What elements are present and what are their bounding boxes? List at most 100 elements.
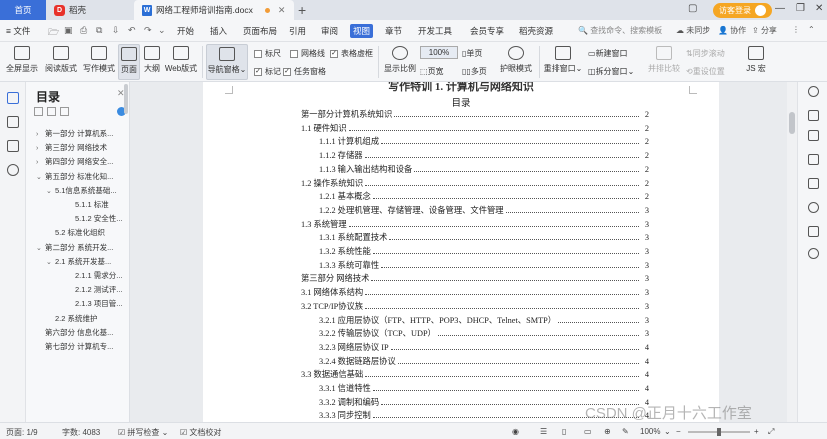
dropdown-icon[interactable]: ⌄ bbox=[158, 25, 166, 36]
side-compare-button[interactable]: 并排比较 bbox=[648, 46, 680, 74]
collapse-all-icon[interactable] bbox=[47, 107, 56, 116]
menu-insert[interactable]: 插入 bbox=[207, 24, 230, 38]
menu-developer[interactable]: 开发工具 bbox=[415, 24, 455, 38]
undo-icon[interactable]: ↶ bbox=[128, 25, 136, 36]
task-pane-checkbox[interactable]: ✓ 任务窗格 bbox=[283, 66, 326, 77]
scroll-up-icon[interactable] bbox=[808, 86, 819, 97]
bookmark-icon[interactable] bbox=[7, 140, 19, 152]
tab-docer[interactable]: D 稻壳 bbox=[48, 0, 128, 20]
menu-page-layout[interactable]: 页面布局 bbox=[240, 24, 280, 38]
toc-tree-item[interactable]: › 第一部分 计算机系... bbox=[36, 128, 126, 139]
toc-entry[interactable]: 3.2 TCP/IP协议族 3 bbox=[301, 300, 649, 312]
sync-status[interactable]: ☁ 未同步 bbox=[676, 25, 710, 36]
toc-tree-item[interactable]: 2.2 系统维护 bbox=[46, 313, 126, 324]
save-icon[interactable]: ▣ bbox=[64, 25, 73, 36]
toc-entry[interactable]: 1.3.3 系统可靠性 3 bbox=[319, 259, 649, 271]
menu-chapter[interactable]: 章节 bbox=[382, 24, 405, 38]
toc-entry[interactable]: 1.2.1 基本概念 2 bbox=[319, 190, 649, 202]
zoom-value[interactable]: 100% bbox=[640, 427, 660, 436]
preview-icon[interactable]: ⧉ bbox=[96, 25, 102, 36]
page-indicator[interactable]: 页面: 1/9 bbox=[6, 427, 38, 438]
menu-review[interactable]: 审阅 bbox=[318, 24, 341, 38]
word-count[interactable]: 字数: 4083 bbox=[62, 427, 100, 438]
table-borders-checkbox[interactable]: ✓ 表格虚框 bbox=[330, 48, 373, 59]
toc-tree-item[interactable]: › 第四部分 网络安全... bbox=[36, 156, 126, 167]
export-icon[interactable]: ⇩ bbox=[112, 25, 120, 36]
collapse-arrow-icon[interactable]: › bbox=[36, 145, 45, 152]
toc-tree-item[interactable]: ⌄ 2.1 系统开发基... bbox=[46, 256, 126, 267]
reading-layout-button[interactable]: 阅读版式 bbox=[44, 46, 78, 74]
collapse-ribbon-icon[interactable]: ⌃ bbox=[808, 25, 815, 34]
scroll-thumb[interactable] bbox=[789, 112, 795, 134]
collab-button[interactable]: 👤 协作 bbox=[718, 25, 746, 36]
location-icon[interactable] bbox=[808, 248, 819, 259]
toc-entry[interactable]: 1.2.2 处理机管理、存储管理、设备管理、文件管理 3 bbox=[319, 204, 649, 216]
page-mode-icon[interactable]: ▯ bbox=[562, 427, 566, 436]
minimize-icon[interactable]: — bbox=[775, 3, 785, 14]
menu-view[interactable]: 视图 bbox=[350, 24, 374, 38]
menu-docer-resources[interactable]: 稻壳资源 bbox=[516, 24, 556, 38]
toc-tree-item[interactable]: 5.1.2 安全性... bbox=[66, 213, 126, 224]
collapse-arrow-icon[interactable]: › bbox=[36, 131, 45, 138]
toc-entry[interactable]: 3.2.2 传输层协议（TCP、UDP） 3 bbox=[319, 327, 649, 339]
open-icon[interactable]: 🗁 bbox=[48, 25, 59, 41]
document-page[interactable]: 写作特训 1. 计算机与网络知识 目录 第一部分计算机系统知识 2 1.1 硬件知识… bbox=[203, 82, 719, 422]
toc-entry[interactable]: 1.3.1 系统配置技术 3 bbox=[319, 231, 649, 243]
expand-arrow-icon[interactable]: ⌄ bbox=[36, 244, 45, 252]
toc-entry[interactable]: 3.3 数据通信基础 4 bbox=[301, 368, 649, 380]
visitor-login-button[interactable]: 访客登录 bbox=[713, 3, 772, 18]
toc-entry[interactable]: 3.2.4 数据链路层协议 4 bbox=[319, 355, 649, 367]
toc-tree-item[interactable]: 2.1.1 需求分... bbox=[66, 270, 126, 281]
proofread-button[interactable]: ☑ 文档校对 bbox=[180, 427, 221, 438]
globe-status-icon[interactable]: ⊕ bbox=[604, 427, 611, 436]
zoom-button[interactable]: 显示比例 bbox=[383, 46, 417, 74]
style-icon[interactable] bbox=[808, 110, 819, 121]
toc-tree-item[interactable]: ⌄ 5.1信息系统基础... bbox=[46, 185, 126, 196]
ruler-checkbox[interactable]: 标尺 bbox=[254, 48, 281, 59]
zoom-slider-knob[interactable] bbox=[717, 428, 721, 436]
toc-tree-item[interactable]: ⌄ 第五部分 标准化知... bbox=[36, 171, 126, 182]
zoom-slider[interactable] bbox=[688, 428, 750, 436]
property-icon[interactable] bbox=[808, 202, 819, 213]
toc-entry[interactable]: 第三部分 网络技术 3 bbox=[301, 272, 649, 284]
eye-protect-icon[interactable]: ◉ bbox=[512, 427, 519, 436]
toc-entry[interactable]: 1.1 硬件知识 2 bbox=[301, 122, 649, 134]
document-scrollbar[interactable] bbox=[787, 82, 797, 422]
page-view-button[interactable]: 页面 bbox=[118, 44, 140, 80]
menu-references[interactable]: 引用 bbox=[286, 24, 309, 38]
toc-tree-item[interactable]: 第六部分 信息化基... bbox=[36, 327, 126, 338]
toc-entry[interactable]: 1.3.2 系统性能 3 bbox=[319, 245, 649, 257]
markup-checkbox[interactable]: ✓ 标记 bbox=[254, 66, 281, 77]
js-macro-button[interactable]: JS 宏 bbox=[742, 46, 770, 74]
eye-mode-button[interactable]: 护眼模式 bbox=[498, 46, 534, 74]
assistant-icon[interactable] bbox=[808, 226, 819, 237]
expand-all-icon[interactable] bbox=[34, 107, 43, 116]
page-width-button[interactable]: ⬚ 页宽 bbox=[420, 66, 444, 77]
close-window-icon[interactable]: ✕ bbox=[815, 3, 823, 14]
expand-arrow-icon[interactable]: ⌄ bbox=[36, 173, 45, 181]
document-area[interactable]: 写作特训 1. 计算机与网络知识 目录 第一部分计算机系统知识 2 1.1 硬件知识… bbox=[130, 82, 785, 422]
maximize-icon[interactable]: ❐ bbox=[796, 3, 805, 14]
gridlines-checkbox[interactable]: 网格线 bbox=[290, 48, 325, 59]
search-icon[interactable] bbox=[7, 164, 19, 176]
toc-entry[interactable]: 1.1.3 输入输出结构和设备 2 bbox=[319, 163, 649, 175]
print-icon[interactable]: ⎙ bbox=[80, 25, 87, 36]
toc-tree-item[interactable]: 2.1.2 测试评... bbox=[66, 284, 126, 295]
toc-entry[interactable]: 3.2.3 网络层协议 IP 4 bbox=[319, 341, 649, 353]
toc-entry[interactable]: 3.2.1 应用层协议（FTP、HTTP、POP3、DHCP、Telnet、SM… bbox=[319, 314, 649, 326]
toc-entry[interactable]: 第一部分计算机系统知识 2 bbox=[301, 108, 649, 120]
sync-scroll-button[interactable]: ⇅ 同步滚动 bbox=[686, 48, 725, 59]
split-window-button[interactable]: ◫ 拆分窗口 ⌄ bbox=[588, 66, 634, 77]
reset-position-button[interactable]: ⟲ 重设位置 bbox=[686, 66, 725, 77]
writing-mode-button[interactable]: 写作模式 bbox=[82, 46, 116, 74]
adjust-icon[interactable] bbox=[808, 130, 819, 141]
layout-icon[interactable]: ☰ bbox=[540, 427, 547, 436]
toc-panel-icon[interactable] bbox=[7, 92, 19, 104]
file-menu[interactable]: ≡ 文件 bbox=[6, 25, 30, 37]
zoom-dropdown-icon[interactable]: ⌄ bbox=[664, 427, 671, 436]
toc-entry[interactable]: 3.1 网络体系结构 3 bbox=[301, 286, 649, 298]
toc-entry[interactable]: 1.1.2 存储器 2 bbox=[319, 149, 649, 161]
collapse-arrow-icon[interactable]: › bbox=[36, 159, 45, 166]
tab-document[interactable]: W 网络工程师培训指南.docx ✕ bbox=[134, 0, 294, 20]
window-layout-icon[interactable]: ▢ bbox=[688, 3, 697, 14]
